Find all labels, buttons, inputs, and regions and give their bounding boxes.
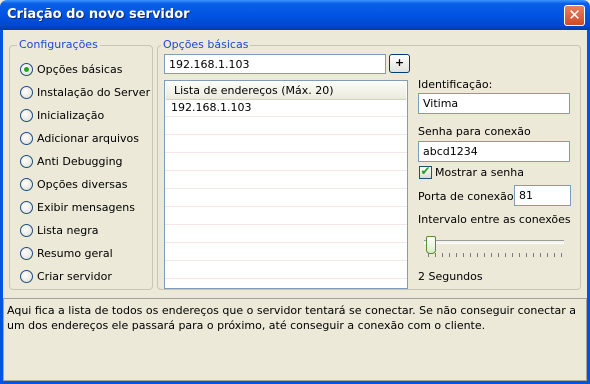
port-input[interactable] — [514, 185, 571, 206]
config-option[interactable]: Adicionar arquivos — [20, 130, 139, 146]
close-button[interactable]: ✕ — [564, 5, 585, 26]
config-option[interactable]: Lista negra — [20, 222, 98, 238]
close-icon: ✕ — [568, 6, 581, 24]
interval-value: 2 Segundos — [418, 270, 483, 283]
show-password-label: Mostrar a senha — [435, 166, 524, 179]
config-option-label: Anti Debugging — [37, 154, 123, 168]
show-password-checkbox[interactable]: ✔ — [419, 164, 432, 179]
add-address-button[interactable]: + — [389, 54, 410, 73]
radio-icon[interactable] — [20, 246, 33, 260]
config-option-label: Exibir mensagens — [37, 200, 135, 214]
interval-label: Intervalo entre as conexões — [418, 213, 571, 226]
password-label: Senha para conexão — [418, 125, 531, 138]
id-label: Identificação: — [418, 78, 493, 91]
radio-icon[interactable] — [20, 200, 33, 214]
radio-icon[interactable] — [20, 131, 33, 145]
interval-slider-thumb[interactable] — [426, 236, 436, 254]
config-option[interactable]: Instalação do Server — [20, 84, 150, 100]
config-option[interactable]: Inicialização — [20, 107, 104, 123]
check-icon: ✔ — [420, 164, 431, 178]
config-option-label: Instalação do Server — [37, 85, 151, 99]
description-panel: Aqui fica a lista de todos os endereços … — [3, 298, 587, 381]
radio-icon[interactable] — [20, 62, 33, 76]
config-option-label: Inicialização — [37, 108, 105, 122]
radio-icon[interactable] — [20, 177, 33, 191]
list-item[interactable]: 192.168.1.103 — [171, 101, 251, 114]
interval-slider-track[interactable] — [424, 240, 564, 244]
config-option-label: Resumo geral — [37, 246, 113, 260]
radio-icon[interactable] — [20, 108, 33, 122]
radio-icon[interactable] — [20, 269, 33, 283]
radio-icon[interactable] — [20, 223, 33, 237]
config-option-label: Lista negra — [37, 223, 99, 237]
radio-icon[interactable] — [20, 85, 33, 99]
config-legend: Configurações — [17, 38, 100, 51]
address-input[interactable] — [164, 54, 386, 74]
title-bar: Criação do novo servidor ✕ — [0, 0, 590, 30]
config-option[interactable]: Criar servidor — [20, 268, 112, 284]
config-option[interactable]: Anti Debugging — [20, 153, 123, 169]
config-option[interactable]: Exibir mensagens — [20, 199, 135, 215]
config-option-label: Adicionar arquivos — [37, 131, 139, 145]
port-label: Porta de conexão — [418, 190, 514, 203]
password-input[interactable] — [418, 141, 570, 162]
config-option-label: Opções básicas — [37, 62, 123, 76]
config-option-label: Criar servidor — [37, 269, 112, 283]
config-option[interactable]: Opções diversas — [20, 176, 127, 192]
address-list-header[interactable]: Lista de endereços (Máx. 20) — [166, 82, 406, 100]
config-option[interactable]: Opções básicas — [20, 61, 122, 77]
basic-legend: Opções básicas — [161, 38, 251, 51]
config-option[interactable]: Resumo geral — [20, 245, 113, 261]
radio-icon[interactable] — [20, 154, 33, 168]
config-option-label: Opções diversas — [37, 177, 128, 191]
address-list[interactable]: Lista de endereços (Máx. 20) 192.168.1.1… — [164, 80, 408, 289]
window-title: Criação do novo servidor — [7, 7, 190, 22]
id-input[interactable] — [418, 93, 570, 114]
interval-slider-ticks — [428, 253, 562, 257]
